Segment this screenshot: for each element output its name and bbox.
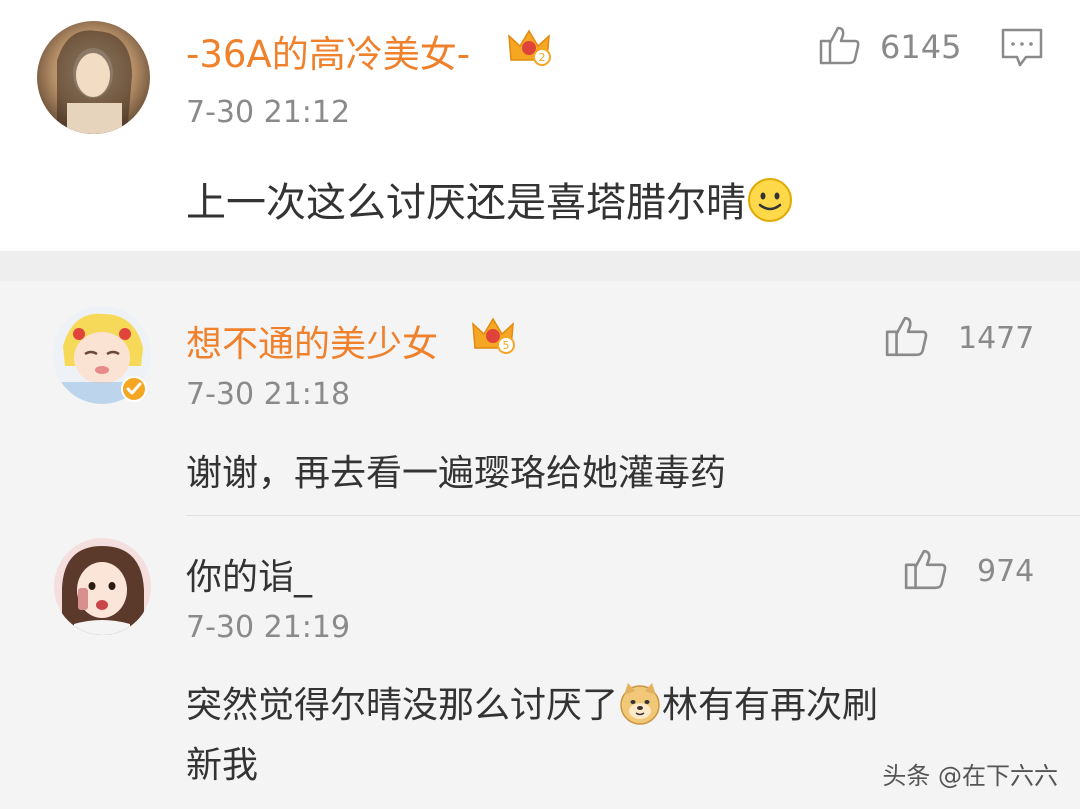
watermark: 头条 @在下六六 — [882, 762, 1058, 790]
comment-text: 上一次这么讨厌还是喜塔腊尔晴 — [186, 170, 794, 234]
comment-icon[interactable] — [1000, 27, 1044, 73]
thumbs-up-icon — [884, 313, 930, 363]
thumbs-up-icon — [818, 23, 862, 71]
svg-text:2: 2 — [539, 51, 546, 64]
comment-text-part: 林有有再次刷 — [662, 685, 879, 726]
smile-emoji — [746, 176, 794, 234]
crown-icon: 5 — [470, 314, 516, 360]
comment-text: 突然觉得尔晴没那么讨厌了 林有有再次刷 — [186, 676, 878, 734]
timestamp: 7-30 21:18 — [186, 377, 351, 412]
like-button[interactable]: 6145 — [818, 22, 961, 72]
like-button[interactable]: 974 — [903, 546, 1034, 596]
username[interactable]: 你的诣_ — [186, 548, 312, 600]
like-count: 6145 — [880, 28, 962, 66]
username[interactable]: 想不通的美少女 — [186, 315, 438, 367]
divider — [186, 515, 1080, 516]
comment-text: 谢谢，再去看一遍璎珞给她灌毒药 — [186, 453, 727, 494]
doge-emoji — [618, 681, 662, 734]
section-separator — [0, 251, 1080, 281]
svg-text:5: 5 — [503, 339, 510, 352]
like-count: 1477 — [958, 320, 1035, 356]
comment-text-body: 上一次这么讨厌还是喜塔腊尔晴 — [186, 180, 746, 226]
timestamp: 7-30 21:19 — [186, 610, 351, 645]
avatar[interactable] — [54, 538, 151, 635]
like-button[interactable]: 1477 — [884, 313, 1034, 363]
comment-text-part: 突然觉得尔晴没那么讨厌了 — [186, 685, 619, 726]
thumbs-up-icon — [903, 546, 949, 596]
avatar[interactable] — [37, 21, 150, 134]
comment-text-line2: 新我 — [186, 745, 259, 786]
username[interactable]: -36A的高冷美女- — [186, 24, 470, 78]
crown-icon: 2 — [506, 26, 552, 72]
timestamp: 7-30 21:12 — [186, 95, 351, 130]
verified-badge-icon — [120, 375, 148, 407]
like-count: 974 — [977, 553, 1035, 589]
